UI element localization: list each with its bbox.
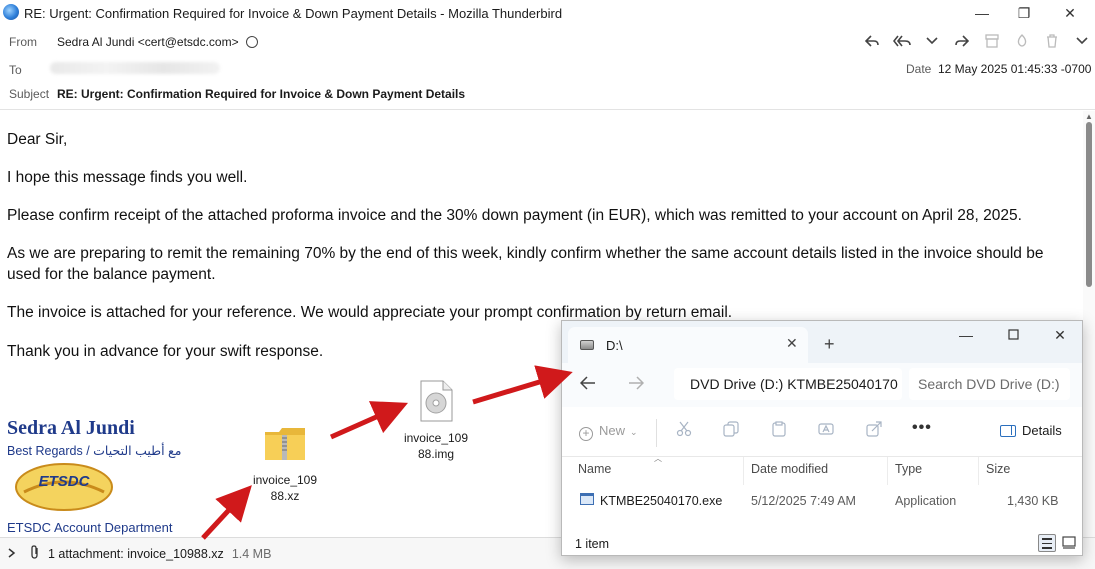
from-label: From: [9, 35, 37, 49]
copy-icon[interactable]: [720, 421, 742, 441]
tile-view-icon[interactable]: [1061, 534, 1077, 550]
subject-label: Subject: [9, 87, 50, 101]
file-label-line2: 88.img: [417, 447, 455, 461]
exe-file-icon: [580, 493, 594, 505]
paragraph-greeting: Dear Sir,: [7, 131, 68, 148]
file-label-line1: invoice_109: [252, 473, 318, 487]
drive-icon: [580, 340, 594, 350]
address-bar[interactable]: DVD Drive (D:) KTMBE25040170: [674, 368, 902, 400]
date-label: Date: [906, 62, 932, 76]
tab-close-icon[interactable]: ✕: [786, 335, 798, 352]
command-separator: [656, 419, 657, 447]
delete-icon[interactable]: [1040, 32, 1064, 50]
paragraph-3b: used for the balance payment.: [7, 266, 216, 283]
chevron-down-icon: ⌄: [630, 427, 638, 437]
paragraph-3a: As we are preparing to remit the remaini…: [7, 245, 1044, 262]
signature-name: Sedra Al Jundi: [7, 417, 135, 439]
forward-arrow-icon[interactable]: [628, 374, 645, 395]
chevron-down-icon[interactable]: [920, 32, 944, 50]
contact-icon[interactable]: [245, 36, 258, 48]
explorer-navbar: DVD Drive (D:) KTMBE25040170 Search DVD …: [562, 363, 1082, 407]
logo-text: ETSDC: [39, 473, 91, 490]
file-type: Application: [895, 494, 957, 508]
from-address[interactable]: Sedra Al Jundi <cert@etsdc.com>: [57, 35, 239, 49]
column-header-name[interactable]: Name: [578, 462, 611, 476]
file-label-line1: invoice_109: [403, 431, 469, 445]
explorer-close-button[interactable]: ✕: [1050, 327, 1070, 344]
file-name[interactable]: KTMBE25040170.exe: [600, 494, 722, 508]
file-size: 1,430 KB: [1007, 494, 1059, 508]
paperclip-icon: [30, 545, 44, 562]
title-bar: RE: Urgent: Confirmation Required for In…: [0, 0, 1095, 26]
from-value[interactable]: Sedra Al Jundi <cert@etsdc.com>: [57, 35, 258, 49]
column-separator: [887, 457, 888, 485]
date-value: 12 May 2025 01:45:33 -0700: [938, 62, 1092, 76]
explorer-titlebar: D:\ ✕ + — ✕: [562, 321, 1082, 363]
cut-icon[interactable]: [673, 421, 695, 441]
disc-image-icon: [420, 380, 453, 422]
sort-caret-icon: ︿: [654, 454, 662, 463]
tab-label: D:\: [606, 338, 623, 353]
file-explorer-window: D:\ ✕ + — ✕ DVD Drive (D:) KTMBE25040170…: [561, 320, 1083, 556]
disc-image-file-img[interactable]: invoice_109 88.img: [400, 380, 472, 462]
details-pane-icon: [1000, 425, 1016, 437]
archive-icon[interactable]: [980, 32, 1004, 50]
search-input[interactable]: Search DVD Drive (D:): [909, 368, 1070, 400]
file-date: 5/12/2025 7:49 AM: [751, 494, 856, 508]
archive-file-xz[interactable]: invoice_109 88.xz: [250, 424, 320, 504]
forward-icon[interactable]: [950, 32, 974, 50]
more-options-button[interactable]: •••: [912, 419, 932, 437]
paragraph-1: I hope this message finds you well.: [7, 169, 248, 186]
details-label: Details: [1022, 423, 1062, 438]
more-chevron-icon[interactable]: [1070, 32, 1094, 50]
message-header: From Sedra Al Jundi <cert@etsdc.com> To …: [0, 26, 1095, 110]
scroll-up-icon[interactable]: ▲: [1085, 112, 1093, 121]
signature-department: ETSDC Account Department: [7, 520, 173, 535]
signature-regards: Best Regards / مع أطيب التحيات: [7, 444, 182, 458]
column-header-type[interactable]: Type: [895, 462, 922, 476]
paragraph-closing: Thank you in advance for your swift resp…: [7, 343, 324, 360]
paste-icon[interactable]: [768, 421, 790, 441]
explorer-maximize-icon[interactable]: [1003, 327, 1023, 343]
window-title: RE: Urgent: Confirmation Required for In…: [24, 6, 563, 21]
subject-value: RE: Urgent: Confirmation Required for In…: [57, 87, 466, 101]
new-tab-button[interactable]: +: [824, 334, 835, 355]
archive-folder-icon: [265, 428, 305, 460]
chevron-right-icon[interactable]: [8, 547, 22, 561]
thunderbird-logo-icon: [3, 4, 19, 20]
share-icon[interactable]: [863, 421, 885, 441]
file-label-line2: 88.xz: [270, 489, 300, 503]
attachment-summary[interactable]: 1 attachment: invoice_10988.xz: [48, 547, 224, 561]
new-button[interactable]: + New ⌄: [579, 423, 638, 441]
details-pane-button[interactable]: Details: [1000, 423, 1062, 438]
explorer-tab[interactable]: D:\ ✕: [568, 327, 808, 363]
list-view-icon[interactable]: [1038, 534, 1056, 552]
junk-icon[interactable]: [1010, 32, 1034, 50]
to-label: To: [9, 63, 22, 77]
minimize-button[interactable]: —: [968, 2, 996, 24]
to-value-redacted: [50, 62, 220, 74]
column-header-size[interactable]: Size: [986, 462, 1010, 476]
table-row[interactable]: KTMBE25040170.exe 5/12/2025 7:49 AM Appl…: [572, 487, 1072, 513]
plus-circle-icon: +: [579, 427, 593, 441]
attachment-size: 1.4 MB: [231, 546, 272, 561]
explorer-minimize-button[interactable]: —: [956, 327, 976, 343]
back-arrow-icon[interactable]: [579, 374, 596, 395]
rename-icon[interactable]: [815, 421, 837, 441]
message-toolbar: [860, 32, 1094, 50]
close-button[interactable]: ✕: [1056, 2, 1084, 24]
maximize-button[interactable]: ❐: [1010, 2, 1038, 24]
column-header-date[interactable]: Date modified: [751, 462, 828, 476]
column-separator: [743, 457, 744, 485]
command-bar: + New ⌄ ••• Details: [562, 407, 1082, 457]
new-label: New: [599, 423, 626, 438]
etsdc-logo-icon: ETSDC: [14, 462, 114, 512]
scrollbar-thumb[interactable]: [1086, 122, 1092, 287]
paragraph-2: Please confirm receipt of the attached p…: [7, 207, 1022, 224]
reply-all-icon[interactable]: [890, 32, 914, 50]
reply-icon[interactable]: [860, 32, 884, 50]
column-separator: [978, 457, 979, 485]
status-item-count: 1 item: [575, 537, 610, 551]
